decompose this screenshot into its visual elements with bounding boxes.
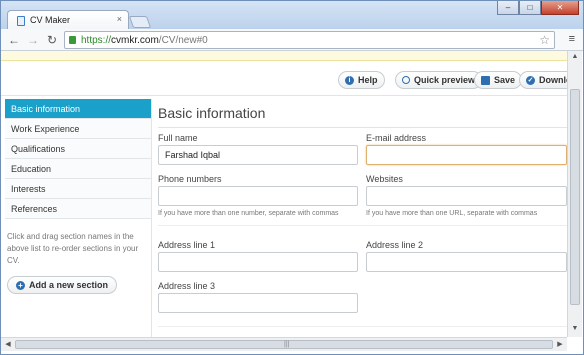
- email-input[interactable]: [366, 145, 567, 165]
- plus-icon: +: [16, 280, 25, 290]
- page-content: i Help Quick preview Save ✓ Downlo Basic…: [1, 51, 567, 337]
- save-label: Save: [494, 75, 516, 85]
- quick-preview-button[interactable]: Quick preview: [395, 71, 483, 89]
- back-arrow-icon[interactable]: ←: [7, 33, 21, 47]
- maximize-button[interactable]: □: [519, 1, 541, 15]
- info-icon: i: [345, 75, 354, 85]
- horizontal-scroll-thumb[interactable]: |||: [15, 340, 553, 349]
- contact-divider: [158, 225, 567, 226]
- section-sidebar: Basic information Work Experience Qualif…: [5, 99, 151, 337]
- title-divider: [158, 127, 567, 128]
- scroll-right-icon[interactable]: ▶: [555, 340, 565, 350]
- document-icon: [17, 16, 25, 26]
- add-section-button[interactable]: + Add a new section: [7, 276, 118, 294]
- phone-label: Phone numbers: [158, 174, 222, 184]
- sidebar-item-basic-information[interactable]: Basic information: [5, 99, 151, 119]
- full-name-input[interactable]: Farshad Iqbal: [158, 145, 358, 165]
- address2-input[interactable]: [366, 252, 567, 272]
- sidebar-item-education[interactable]: Education: [5, 159, 151, 179]
- full-name-label: Full name: [158, 133, 198, 143]
- close-tab-icon[interactable]: ×: [117, 14, 122, 24]
- help-label: Help: [358, 75, 378, 85]
- header-divider: [1, 95, 567, 96]
- new-tab-button[interactable]: [128, 16, 152, 28]
- minimize-button[interactable]: –: [497, 1, 519, 15]
- window-controls: – □ ✕: [497, 1, 579, 15]
- forward-arrow-icon[interactable]: →: [26, 33, 40, 47]
- address1-input[interactable]: [158, 252, 358, 272]
- address1-label: Address line 1: [158, 240, 216, 250]
- address-bar[interactable]: https://cvmkr.com/CV/new#0 ☆: [64, 31, 555, 49]
- download-label: Downlo: [539, 75, 567, 85]
- save-button[interactable]: Save: [474, 71, 523, 89]
- bookmark-star-icon[interactable]: ☆: [539, 33, 550, 47]
- scroll-up-icon[interactable]: ▲: [570, 53, 580, 63]
- email-label: E-mail address: [366, 133, 427, 143]
- download-icon: ✓: [526, 75, 535, 85]
- scroll-left-icon[interactable]: ◀: [3, 340, 13, 350]
- vertical-scroll-thumb[interactable]: [570, 89, 580, 305]
- scroll-down-icon[interactable]: ▼: [570, 325, 580, 335]
- sidebar-item-interests[interactable]: Interests: [5, 179, 151, 199]
- browser-toolbar: ← → ↻ https://cvmkr.com/CV/new#0 ☆ ≡: [1, 29, 583, 51]
- magnifier-icon: [402, 76, 410, 84]
- websites-label: Websites: [366, 174, 403, 184]
- title-bar: CV Maker × – □ ✕: [1, 1, 583, 30]
- notice-bar: [1, 51, 567, 61]
- tab-title: CV Maker: [30, 15, 71, 25]
- close-window-button[interactable]: ✕: [541, 1, 579, 15]
- quick-preview-label: Quick preview: [414, 75, 476, 85]
- vertical-scrollbar[interactable]: ▲ ▼: [567, 51, 582, 337]
- save-icon: [481, 75, 490, 85]
- phone-input[interactable]: [158, 186, 358, 206]
- lock-icon: [69, 36, 76, 44]
- sidebar-item-qualifications[interactable]: Qualifications: [5, 139, 151, 159]
- websites-input[interactable]: [366, 186, 567, 206]
- address3-input[interactable]: [158, 293, 358, 313]
- reload-icon[interactable]: ↻: [45, 33, 59, 47]
- address-divider: [158, 326, 567, 327]
- sidebar-divider: [151, 99, 152, 337]
- basic-info-form: Basic information Full name Farshad Iqba…: [158, 99, 567, 337]
- page-title: Basic information: [158, 105, 266, 121]
- sidebar-item-work-experience[interactable]: Work Experience: [5, 119, 151, 139]
- url-text: https://cvmkr.com/CV/new#0: [81, 35, 208, 46]
- browser-tab[interactable]: CV Maker ×: [7, 10, 129, 30]
- phone-hint: If you have more than one number, separa…: [158, 210, 339, 217]
- horizontal-scrollbar[interactable]: ◀ ||| ▶: [1, 337, 567, 351]
- action-bar: i Help Quick preview Save ✓ Downlo: [1, 71, 567, 91]
- address2-label: Address line 2: [366, 240, 424, 250]
- help-button[interactable]: i Help: [338, 71, 385, 89]
- websites-hint: If you have more than one URL, separate …: [366, 210, 538, 217]
- download-button[interactable]: ✓ Downlo: [519, 71, 567, 89]
- menu-icon[interactable]: ≡: [569, 33, 575, 45]
- address3-label: Address line 3: [158, 281, 216, 291]
- add-section-label: Add a new section: [29, 280, 109, 290]
- sidebar-help-text: Click and drag section names in the abov…: [7, 232, 139, 265]
- sidebar-item-references[interactable]: References: [5, 199, 151, 219]
